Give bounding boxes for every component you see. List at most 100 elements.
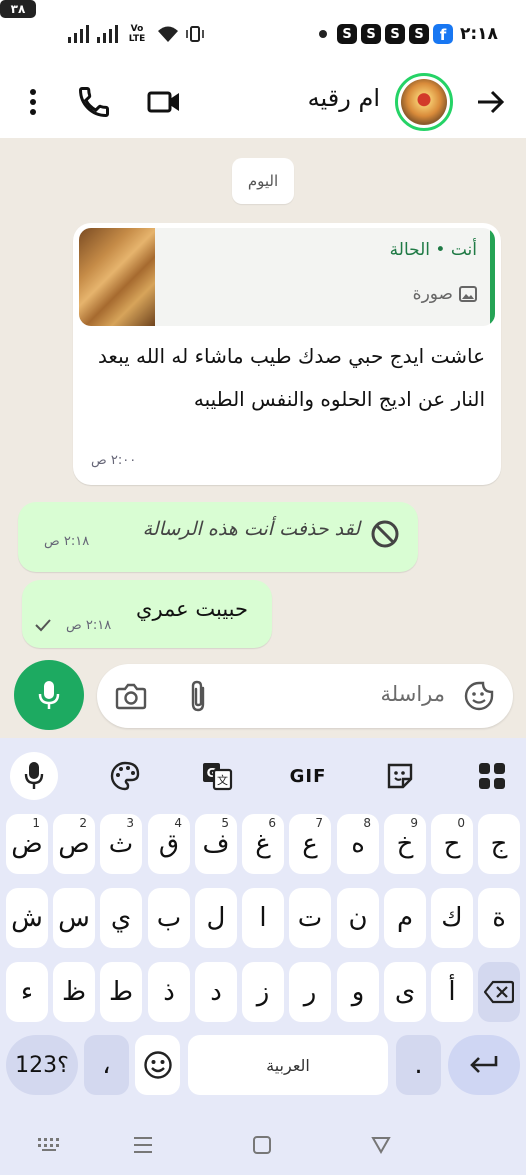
enter-icon	[470, 1056, 498, 1073]
sent-check-icon	[34, 618, 52, 632]
chat-header: ام رقيه	[0, 66, 526, 138]
key[interactable]: 1ض	[6, 814, 48, 874]
attach-icon[interactable]	[185, 678, 211, 714]
home-icon[interactable]	[247, 1133, 277, 1157]
chat-area[interactable]: اليوم أنت • الحالة صورة عاشت ايدج حبي صد…	[0, 138, 526, 738]
volte-label: Vo LTE	[128, 24, 146, 44]
palette-icon[interactable]	[101, 752, 149, 800]
app-badge: S	[385, 22, 405, 46]
emoji-icon	[143, 1051, 172, 1079]
key[interactable]: ى	[384, 962, 426, 1022]
key[interactable]: ظ	[53, 962, 95, 1022]
message-time: ٢:١٨ ص	[44, 534, 90, 549]
svg-text:文: 文	[217, 773, 228, 787]
message-placeholder: مراسلة	[380, 682, 445, 706]
key[interactable]: ب	[148, 888, 190, 948]
incoming-message[interactable]: أنت • الحالة صورة عاشت ايدج حبي صدك طيب …	[73, 223, 501, 485]
key[interactable]: 4ق	[148, 814, 190, 874]
signal-icon	[68, 22, 90, 46]
deleted-message-text: لقد حذفت أنت هذه الرسالة	[142, 518, 360, 540]
key[interactable]: ط	[100, 962, 142, 1022]
space-key[interactable]: العربية	[188, 1035, 388, 1095]
quote-accent-bar	[490, 228, 495, 326]
keyboard-switch-icon[interactable]	[35, 1133, 65, 1157]
quoted-image-thumbnail	[79, 228, 155, 326]
key[interactable]: د	[195, 962, 237, 1022]
camera-icon[interactable]	[115, 681, 147, 711]
key[interactable]: ن	[337, 888, 379, 948]
quote-title: أنت • الحالة	[389, 240, 477, 260]
key[interactable]: 6غ	[242, 814, 284, 874]
back-icon[interactable]	[366, 1133, 396, 1157]
message-input[interactable]: مراسلة	[381, 682, 445, 706]
clock: ٢:١٨	[460, 24, 498, 44]
back-arrow-icon[interactable]	[474, 86, 506, 118]
key[interactable]: ل	[195, 888, 237, 948]
more-options-icon[interactable]	[18, 85, 48, 119]
voice-message-button[interactable]	[14, 660, 84, 730]
key[interactable]: 2ص	[53, 814, 95, 874]
message-time: ٢:٠٠ ص	[91, 453, 137, 468]
translate-icon[interactable]: G文	[193, 752, 241, 800]
key[interactable]: س	[53, 888, 95, 948]
key[interactable]: ج	[478, 814, 520, 874]
avatar-image	[401, 79, 447, 125]
key[interactable]: ت	[289, 888, 331, 948]
keyboard-mic-icon[interactable]	[10, 752, 58, 800]
key[interactable]: م	[384, 888, 426, 948]
gif-button[interactable]: GIF	[284, 752, 332, 800]
keyboard[interactable]: G文 GIF 1ض 2ص 3ث 4ق 5ف 6غ 7ع 8ه 9خ 0ح ج ش…	[0, 738, 526, 1175]
backspace-icon	[484, 980, 514, 1004]
mic-icon	[38, 681, 60, 709]
contact-name[interactable]: ام رقيه	[308, 84, 380, 112]
key[interactable]: أ	[431, 962, 473, 1022]
video-call-icon[interactable]	[146, 86, 182, 118]
period-key[interactable]: .	[396, 1035, 441, 1095]
comma-key[interactable]: ،	[84, 1035, 129, 1095]
key[interactable]: ش	[6, 888, 48, 948]
outgoing-message[interactable]: حبيبت عمري ٢:١٨ ص	[22, 580, 272, 648]
key[interactable]: ء	[6, 962, 48, 1022]
sticker-icon[interactable]	[376, 752, 424, 800]
apps-grid-icon[interactable]	[468, 752, 516, 800]
quote-subtitle-text: صورة	[412, 284, 453, 304]
key[interactable]: ذ	[148, 962, 190, 1022]
blocked-icon	[370, 519, 400, 549]
signal-icon-2	[97, 22, 119, 46]
key[interactable]: و	[337, 962, 379, 1022]
key[interactable]: 0ح	[431, 814, 473, 874]
quoted-status[interactable]: أنت • الحالة صورة	[79, 228, 495, 326]
key[interactable]: ي	[100, 888, 142, 948]
date-chip: اليوم	[232, 158, 294, 204]
facebook-icon: f	[433, 22, 453, 46]
message-time: ٢:١٨ ص	[66, 618, 112, 633]
key[interactable]: ا	[242, 888, 284, 948]
key[interactable]: 3ث	[100, 814, 142, 874]
notification-dot	[318, 22, 328, 46]
key[interactable]: 7ع	[289, 814, 331, 874]
sticker-icon[interactable]	[463, 680, 495, 712]
volte-indicator: Vo LTE	[124, 22, 150, 46]
quote-subtitle: صورة	[413, 284, 477, 304]
key[interactable]: ك	[431, 888, 473, 948]
key[interactable]: 9خ	[384, 814, 426, 874]
app-badge: S	[409, 22, 429, 46]
emoji-key[interactable]	[135, 1035, 180, 1095]
recents-icon[interactable]	[128, 1133, 158, 1157]
vibrate-icon	[186, 22, 204, 46]
symbols-key[interactable]: ؟123	[6, 1035, 78, 1095]
key[interactable]: ة	[478, 888, 520, 948]
key[interactable]: 8ه	[337, 814, 379, 874]
deleted-message[interactable]: لقد حذفت أنت هذه الرسالة ٢:١٨ ص	[18, 502, 418, 572]
key[interactable]: ر	[289, 962, 331, 1022]
message-text: عاشت ايدج حبي صدك طيب ماشاء له الله يبعد…	[97, 344, 485, 411]
key[interactable]: ز	[242, 962, 284, 1022]
avatar[interactable]	[395, 73, 453, 131]
app-badge: S	[361, 22, 381, 46]
enter-key[interactable]	[448, 1035, 520, 1095]
key[interactable]: 5ف	[195, 814, 237, 874]
app-badge: S	[337, 22, 357, 46]
voice-call-icon[interactable]	[76, 84, 112, 120]
backspace-key[interactable]	[478, 962, 520, 1022]
message-composer[interactable]: مراسلة	[97, 664, 513, 728]
